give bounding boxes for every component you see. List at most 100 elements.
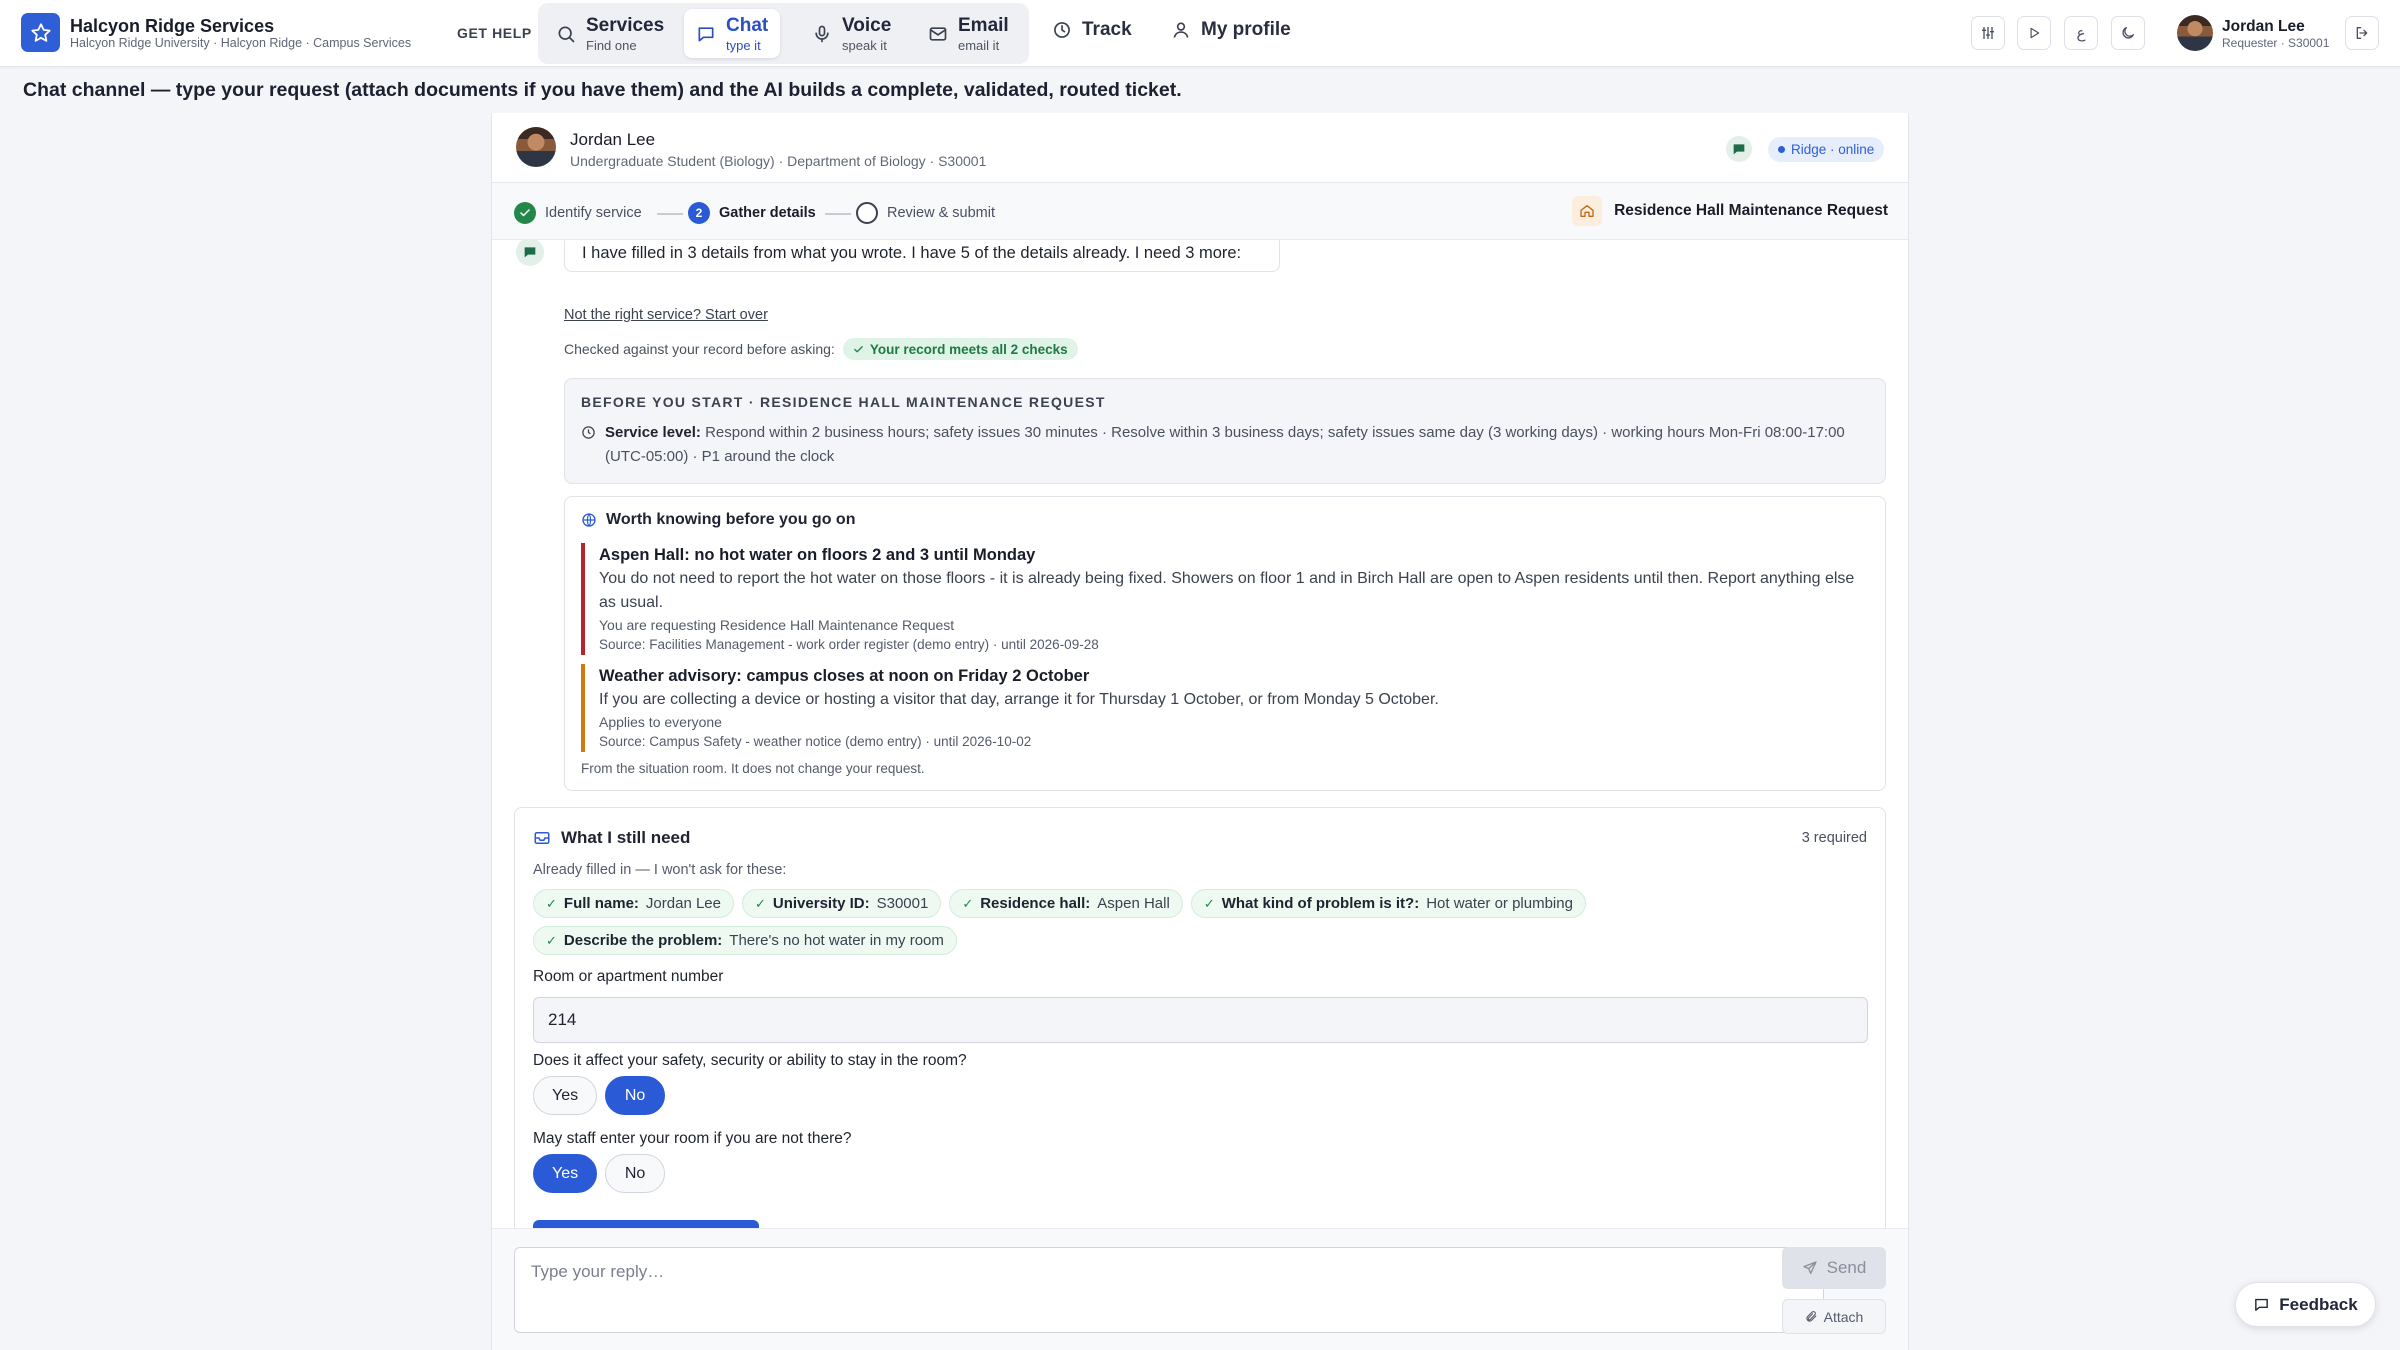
channel-nav: Services Find one Chat type it Voice speak … xyxy=(538,3,1029,64)
star-icon xyxy=(30,22,51,42)
step-label: Review & submit xyxy=(887,205,995,221)
logout-icon xyxy=(2356,27,2368,39)
play-button[interactable] xyxy=(2017,16,2051,50)
chip-value: Hot water or plumbing xyxy=(1426,895,1573,912)
language-button[interactable]: ع xyxy=(2064,16,2098,50)
safety-question: Does it affect your safety, security or … xyxy=(533,1052,967,1069)
step-number: 2 xyxy=(688,202,710,224)
eligibility-check: Checked against your record before askin… xyxy=(564,338,1078,360)
notice-weather: Weather advisory: campus closes at noon … xyxy=(581,664,1871,752)
assistant-icon xyxy=(1726,136,1752,162)
notice-aspen-hall: Aspen Hall: no hot water on floors 2 and… xyxy=(581,543,1871,655)
mail-icon xyxy=(929,26,947,41)
nav-services-sub: Find one xyxy=(586,37,637,53)
feedback-label: Feedback xyxy=(2279,1294,2358,1314)
before-you-start-box: BEFORE YOU START · RESIDENCE HALL MAINTE… xyxy=(564,378,1886,484)
required-count: 3 required xyxy=(1801,830,1867,846)
filled-chip-problem-description: ✓ Describe the problem: There's no hot wat… xyxy=(533,926,957,955)
worth-knowing-header: Worth knowing before you go on xyxy=(581,511,855,529)
check-icon: ✓ xyxy=(754,895,766,911)
worth-knowing-title: Worth knowing before you go on xyxy=(606,511,856,528)
dark-mode-button[interactable] xyxy=(2111,16,2145,50)
filled-chip-problem-kind: ✓ What kind of problem is it?: Hot water o… xyxy=(1190,889,1586,918)
selected-service: Residence Hall Maintenance Request xyxy=(1572,196,1888,226)
already-filled-label: Already filled in — I won't ask for thes… xyxy=(533,862,787,878)
assistant-status-text: Ridge · online xyxy=(1791,142,1875,157)
logout-button[interactable] xyxy=(2345,16,2379,50)
nav-chat-label: Chat xyxy=(726,14,769,36)
safety-no-option[interactable]: No xyxy=(605,1076,666,1115)
check-icon: ✓ xyxy=(1203,895,1215,911)
nav-voice[interactable]: Voice speak it xyxy=(800,9,903,58)
entry-yes-option[interactable]: Yes xyxy=(533,1154,598,1193)
nav-services[interactable]: Services Find one xyxy=(544,9,676,58)
play-icon xyxy=(2030,27,2040,39)
step-review-submit: Review & submit xyxy=(856,202,995,224)
notice-title: Weather advisory: campus closes at noon … xyxy=(599,667,1090,685)
start-over-link[interactable]: Not the right service? Start over xyxy=(564,307,768,323)
assistant-message: I have filled in 3 details from what you… xyxy=(564,240,1280,272)
clock-icon xyxy=(1054,22,1070,38)
service-level-label: Service level: xyxy=(605,424,701,441)
requester-header: Jordan Lee Undergraduate Student (Biolog… xyxy=(492,113,1908,183)
check-icon: ✓ xyxy=(962,895,974,911)
room-number-input[interactable]: 214 xyxy=(533,997,1868,1043)
brand-logo[interactable] xyxy=(21,13,60,52)
eligibility-label: Checked against your record before askin… xyxy=(564,341,835,357)
chip-key: Residence hall: xyxy=(980,895,1091,912)
nav-profile-label: My profile xyxy=(1201,19,1291,40)
room-number-label: Room or apartment number xyxy=(533,968,724,985)
user-avatar[interactable] xyxy=(2177,15,2213,51)
nav-services-label: Services xyxy=(586,14,665,36)
reply-composer: Type your reply… Send Attach xyxy=(492,1228,1908,1350)
reply-input[interactable]: Type your reply… xyxy=(514,1247,1824,1333)
channel-caption: Chat channel — type your request (attach… xyxy=(23,79,1182,101)
nav-voice-sub: speak it xyxy=(842,37,887,53)
check-icon xyxy=(853,345,863,352)
nav-email[interactable]: Email email it xyxy=(916,9,1021,58)
step-label: Identify service xyxy=(545,205,642,221)
nav-email-label: Email xyxy=(958,14,1009,36)
chip-key: Describe the problem: xyxy=(563,932,723,949)
chip-key: Full name: xyxy=(563,895,639,912)
nav-track[interactable]: Track xyxy=(1052,19,1132,41)
nav-profile[interactable]: My profile xyxy=(1171,19,1291,41)
brand-subtitle: Halcyon Ridge University · Halcyon Ridge… xyxy=(70,36,412,50)
chat-bubble-icon xyxy=(698,26,714,42)
service-level-text: Respond within 2 business hours; safety … xyxy=(605,424,1845,465)
entry-permission-options: Yes No xyxy=(533,1154,666,1193)
send-button[interactable]: Send xyxy=(1782,1247,1886,1289)
nav-email-sub: email it xyxy=(958,37,1000,53)
requester-avatar xyxy=(516,127,556,167)
entry-no-option[interactable]: No xyxy=(605,1154,666,1193)
attach-button[interactable]: Attach xyxy=(1782,1299,1886,1334)
step-divider xyxy=(825,213,851,215)
get-help-label: GET HELP xyxy=(457,25,532,41)
safety-options: Yes No xyxy=(533,1076,666,1115)
nav-chat[interactable]: Chat type it xyxy=(684,9,781,58)
notice-scope: Applies to everyone xyxy=(599,714,722,730)
entry-permission-question: May staff enter your room if you are not… xyxy=(533,1130,852,1147)
step-gather-details: 2 Gather details xyxy=(688,202,816,224)
notice-body: You do not need to report the hot water … xyxy=(599,570,1855,611)
assistant-status-badge: Ridge · online xyxy=(1768,137,1885,162)
still-need-header: What I still need xyxy=(533,828,690,848)
eligibility-badge-text: Your record meets all 2 checks xyxy=(869,341,1068,357)
filled-chip-university-id: ✓ University ID: S30001 xyxy=(741,889,942,918)
filled-fields: ✓ Full name: Jordan Lee ✓ University ID: S30… xyxy=(533,889,1593,955)
send-label: Send xyxy=(1826,1258,1867,1277)
requester-name: Jordan Lee xyxy=(570,130,656,149)
submit-details-button[interactable] xyxy=(533,1220,759,1228)
feedback-button[interactable]: Feedback xyxy=(2235,1282,2376,1327)
check-icon xyxy=(514,202,536,224)
safety-yes-option[interactable]: Yes xyxy=(533,1076,598,1115)
before-you-start-title: BEFORE YOU START · RESIDENCE HALL MAINTE… xyxy=(581,394,1106,410)
settings-sliders-button[interactable] xyxy=(1971,16,2005,50)
conversation-scroll[interactable]: I have filled in 3 details from what you… xyxy=(492,240,1908,1228)
step-identify-service: Identify service xyxy=(514,202,642,224)
message-icon xyxy=(2255,1298,2269,1311)
user-role: Requester · S30001 xyxy=(2222,36,2330,50)
attach-label: Attach xyxy=(1823,1308,1864,1325)
empty-circle-icon xyxy=(856,202,878,224)
notice-title: Aspen Hall: no hot water on floors 2 and… xyxy=(599,546,1036,564)
